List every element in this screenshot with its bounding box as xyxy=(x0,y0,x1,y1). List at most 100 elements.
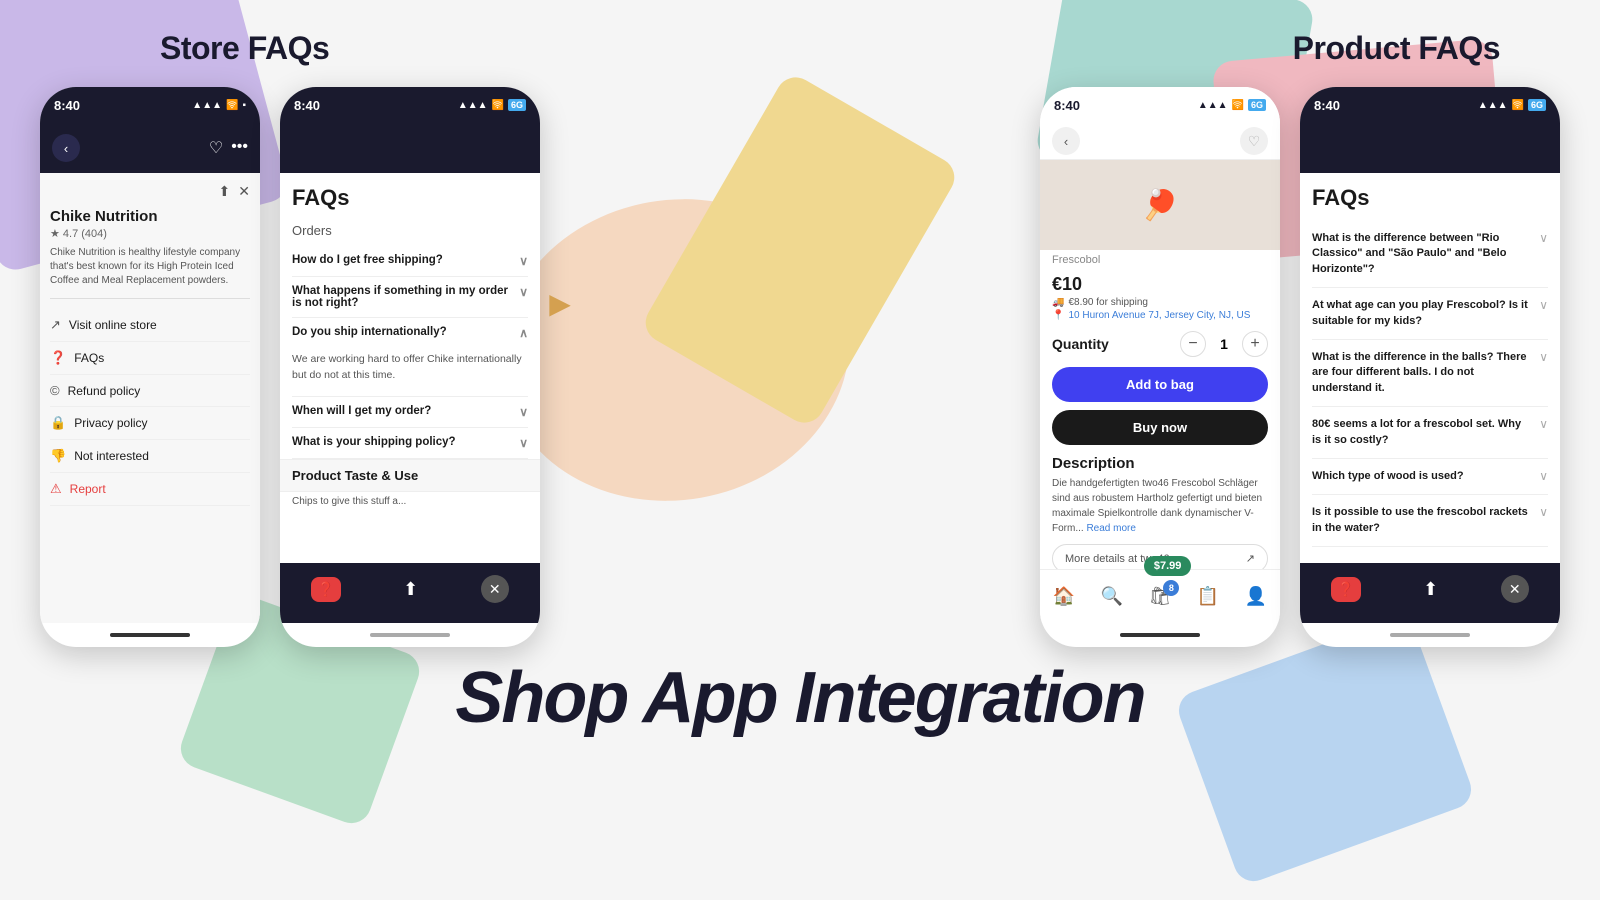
store-name: Chike Nutrition xyxy=(50,208,250,225)
location-icon: 📍 xyxy=(1052,310,1064,321)
description-text: Die handgefertigten two46 Frescobol Schl… xyxy=(1040,476,1280,536)
pfaq-text-4: 80€ seems a lot for a frescobol set. Why… xyxy=(1312,417,1531,448)
cart-badge: 8 xyxy=(1163,580,1179,596)
read-more-link[interactable]: Read more xyxy=(1086,523,1135,534)
shipping-text: €8.90 for shipping xyxy=(1068,297,1148,308)
phone4-topbar xyxy=(1300,123,1560,173)
chevron-icon-3: ∧ xyxy=(519,326,528,340)
phone2-bottom-nav: ❓ ⬆ ✕ xyxy=(280,563,540,623)
battery-icon: ▪ xyxy=(242,100,246,111)
share-nav-icon-4[interactable]: ⬆ xyxy=(1423,579,1438,600)
menu-label-not-interested: Not interested xyxy=(74,449,149,463)
more-icon[interactable]: ••• xyxy=(231,138,248,158)
header-icons: ♡ ••• xyxy=(209,138,248,158)
close-nav-icon-4[interactable]: ✕ xyxy=(1501,575,1529,603)
status-icons-3: ▲▲▲ 🛜 6G xyxy=(1198,99,1266,111)
status-bar-4: 8:40 ▲▲▲ 🛜 6G xyxy=(1300,87,1560,123)
back-button[interactable]: ‹ xyxy=(52,134,80,162)
faq-item-5[interactable]: What is your shipping policy? ∨ xyxy=(292,428,528,459)
home-indicator-3 xyxy=(1040,623,1280,647)
faq-item-1[interactable]: How do I get free shipping? ∨ xyxy=(292,246,528,277)
pfaq-item-2[interactable]: At what age can you play Frescobol? Is i… xyxy=(1312,288,1548,340)
search-icon-3[interactable]: 🔍 xyxy=(1101,586,1123,607)
product-label: Frescobol xyxy=(1040,250,1280,266)
signal-icon-4: ▲▲▲ xyxy=(1478,100,1508,111)
question-nav-icon-4[interactable]: ❓ xyxy=(1331,577,1360,602)
product-faqs-title-phone: FAQs xyxy=(1312,185,1548,211)
pfaq-text-5: Which type of wood is used? xyxy=(1312,469,1531,484)
faq-answer-3: We are working hard to offer Chike inter… xyxy=(292,348,528,390)
store-description: Chike Nutrition is healthy lifestyle com… xyxy=(50,246,250,299)
menu-item-refund[interactable]: © Refund policy xyxy=(50,375,250,407)
quantity-decrease[interactable]: − xyxy=(1180,331,1206,357)
faq-item-3-open: Do you ship internationally? ∧ We are wo… xyxy=(292,318,528,397)
favorite-button-3[interactable]: ♡ xyxy=(1240,127,1268,155)
phone-store-faqs: 8:40 ▲▲▲ 🛜 6G FAQs Orders How do I get f… xyxy=(280,87,540,647)
pfaq-chevron-6: ∨ xyxy=(1539,505,1548,519)
quantity-value: 1 xyxy=(1214,336,1234,352)
pfaq-text-2: At what age can you play Frescobol? Is i… xyxy=(1312,298,1531,329)
chevron-icon-2: ∨ xyxy=(519,285,528,299)
menu-label-visit: Visit online store xyxy=(69,318,157,332)
faq-item-3[interactable]: Do you ship internationally? ∧ xyxy=(292,318,528,348)
faq-question-2: What happens if something in my order is… xyxy=(292,285,519,309)
add-to-bag-button[interactable]: Add to bag xyxy=(1052,367,1268,402)
phone-product-faqs: 8:40 ▲▲▲ 🛜 6G FAQs What is the differenc… xyxy=(1300,87,1560,647)
menu-item-report[interactable]: ⚠ Report xyxy=(50,473,250,506)
orders-icon-3[interactable]: 📋 xyxy=(1197,586,1219,607)
chevron-icon-1: ∨ xyxy=(519,254,528,268)
pfaq-chevron-5: ∨ xyxy=(1539,469,1548,483)
favorite-icon[interactable]: ♡ xyxy=(209,138,223,158)
faq-item-4[interactable]: When will I get my order? ∨ xyxy=(292,397,528,428)
menu-item-not-interested[interactable]: 👎 Not interested xyxy=(50,440,250,473)
store-faqs-heading: Store FAQs xyxy=(160,30,329,67)
pfaq-chevron-3: ∨ xyxy=(1539,350,1548,364)
phone4-bottom-nav: ❓ ⬆ ✕ xyxy=(1300,563,1560,623)
pfaq-item-4[interactable]: 80€ seems a lot for a frescobol set. Why… xyxy=(1312,407,1548,459)
faq-partial-content: Chips to give this stuff a... xyxy=(292,492,528,552)
profile-icon-3[interactable]: 👤 xyxy=(1245,586,1267,607)
question-nav-icon[interactable]: ❓ xyxy=(311,577,340,602)
close-icon[interactable]: ✕ xyxy=(238,183,250,200)
faq-item-2[interactable]: What happens if something in my order is… xyxy=(292,277,528,318)
pfaq-item-1[interactable]: What is the difference between "Rio Clas… xyxy=(1312,221,1548,288)
wifi-icon-4: 🛜 xyxy=(1512,100,1524,111)
menu-item-visit[interactable]: ↗ Visit online store xyxy=(50,309,250,342)
product-faqs-heading: Product FAQs xyxy=(1293,30,1500,67)
share-icon[interactable]: ⬆ xyxy=(219,183,231,200)
phone3-bottom-nav: 🏠 🔍 🛍 8 $7.99 📋 👤 xyxy=(1040,569,1280,623)
store-rating: ★ 4.7 (404) xyxy=(50,227,250,240)
menu-item-privacy[interactable]: 🔒 Privacy policy xyxy=(50,407,250,440)
location-info: 📍 10 Huron Avenue 7J, Jersey City, NJ, U… xyxy=(1040,310,1280,321)
menu-label-refund: Refund policy xyxy=(68,384,141,398)
phone3-body: Frescobol €10 🚚 €8.90 for shipping 📍 10 … xyxy=(1040,250,1280,569)
quantity-increase[interactable]: + xyxy=(1242,331,1268,357)
description-title: Description xyxy=(1040,455,1280,472)
price-badge: $7.99 xyxy=(1144,556,1192,576)
share-nav-icon[interactable]: ⬆ xyxy=(403,579,418,600)
home-icon-3[interactable]: 🏠 xyxy=(1053,586,1075,607)
home-indicator-4 xyxy=(1300,623,1560,647)
bag-icon-3[interactable]: 🛍 8 $7.99 xyxy=(1149,586,1172,607)
pfaq-item-5[interactable]: Which type of wood is used? ∨ xyxy=(1312,459,1548,495)
phone-store-sidebar: 8:40 ▲▲▲ 🛜 ▪ ‹ ♡ ••• xyxy=(40,87,260,647)
product-nav-bar: ‹ ♡ xyxy=(1040,123,1280,160)
menu-label-report: Report xyxy=(70,482,106,496)
quantity-label: Quantity xyxy=(1052,336,1109,352)
pfaq-item-3[interactable]: What is the difference in the balls? The… xyxy=(1312,340,1548,407)
lock-icon: 🔒 xyxy=(50,415,66,431)
section-arrow: ▶ xyxy=(540,287,580,320)
buy-now-button[interactable]: Buy now xyxy=(1052,410,1268,445)
pfaq-question-row-2: At what age can you play Frescobol? Is i… xyxy=(1312,298,1548,329)
shipping-info: 🚚 €8.90 for shipping xyxy=(1040,297,1280,308)
close-nav-icon[interactable]: ✕ xyxy=(481,575,509,603)
signal-icon-2: ▲▲▲ xyxy=(458,100,488,111)
product-price: €10 xyxy=(1040,266,1280,297)
menu-item-faqs[interactable]: ❓ FAQs xyxy=(50,342,250,375)
pfaq-chevron-1: ∨ xyxy=(1539,231,1548,245)
back-button-3[interactable]: ‹ xyxy=(1052,127,1080,155)
time-2: 8:40 xyxy=(294,98,320,113)
battery-icon-3: 6G xyxy=(1248,99,1266,111)
phone-product-page: 8:40 ▲▲▲ 🛜 6G ‹ ♡ xyxy=(1040,87,1280,647)
pfaq-item-6[interactable]: Is it possible to use the frescobol rack… xyxy=(1312,495,1548,547)
